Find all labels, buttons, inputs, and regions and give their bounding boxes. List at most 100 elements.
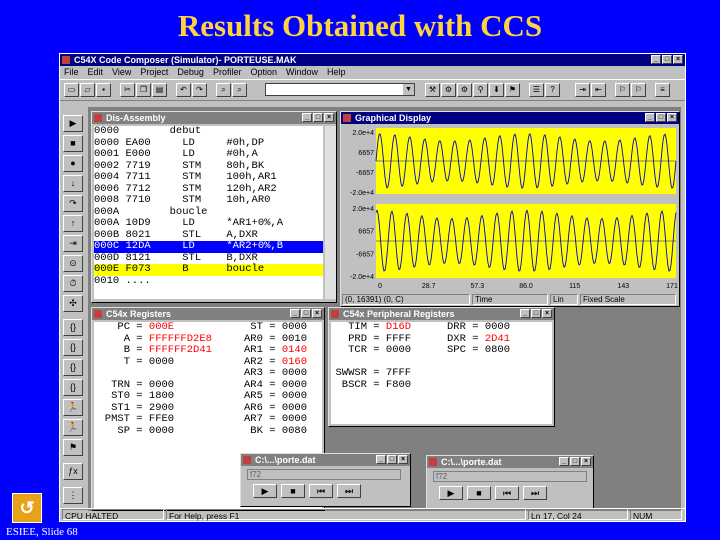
rewind-icon[interactable]: ⏮ [495,486,519,500]
cut-icon[interactable]: ✂ [120,83,135,97]
redo-icon[interactable]: ↷ [192,83,207,97]
indent-icon[interactable]: ⇥ [575,83,590,97]
build-icon[interactable]: ⚙ [457,83,472,97]
register-value[interactable]: 0000 [386,344,430,357]
rebuild-icon[interactable]: ⚒ [425,83,440,97]
menu-item-project[interactable]: Project [140,66,168,79]
cpu-registers-titlebar[interactable]: C54x Registers _ □ × [92,308,324,320]
register-value[interactable]: FFFFFF2D41 [149,344,223,357]
play-icon[interactable]: ▶ [439,486,463,500]
register-value[interactable]: FFE0 [149,413,223,426]
disassembly-row[interactable]: 0008 7710 STM 10h,AR0 [94,194,323,207]
menu-item-file[interactable]: File [64,66,79,79]
options-icon[interactable]: ⋮ [63,487,83,504]
register-value[interactable]: 0080 [282,425,322,438]
watch-window-icon[interactable]: {} [63,359,83,376]
graphical-display-window[interactable]: Graphical Display _ □ × 2.0e+4 6657 -6657 -2.… [340,111,680,307]
animate-icon[interactable]: ✣ [63,295,83,312]
breakpoint-icon[interactable]: ● [63,155,83,172]
disassembly-row[interactable]: 0000 debut [94,126,323,138]
player-titlebar[interactable]: C:\...\porte.dat _ □ × [427,456,593,468]
close-button[interactable]: × [581,457,591,466]
step-out-icon[interactable]: ↑ [63,215,83,232]
register-value[interactable]: 7FFF [386,367,430,380]
profile-icon[interactable]: ⏱ [63,275,83,292]
step-over-icon[interactable]: ↷ [63,195,83,212]
register-value[interactable]: 1800 [149,390,223,403]
copy-icon[interactable]: ❐ [136,83,151,97]
register-value[interactable]: 000E [149,322,223,334]
close-button[interactable]: × [398,455,408,464]
step-into-icon[interactable]: ↓ [63,175,83,192]
outdent-icon[interactable]: ⇤ [591,83,606,97]
watch-icon[interactable]: ⚑ [505,83,520,97]
maximize-button[interactable]: □ [531,309,541,318]
register-value[interactable]: 0000 [149,425,223,438]
new-file-icon[interactable]: ▭ [64,83,79,97]
menu-item-option[interactable]: Option [250,66,277,79]
file-input-player[interactable]: C:\...\porte.dat _ □ × f72 ▶ ■ ⏮ ⏭ [240,453,411,507]
maximize-button[interactable]: □ [301,309,311,318]
minimize-button[interactable]: _ [520,309,530,318]
runner-icon[interactable]: 🏃 [63,399,83,416]
close-button[interactable]: × [673,55,683,64]
minimize-button[interactable]: _ [290,309,300,318]
register-value[interactable]: F800 [386,379,430,392]
rewind-icon[interactable]: ⏮ [309,484,333,498]
maximize-button[interactable]: □ [387,455,397,464]
maximize-button[interactable]: □ [656,113,666,122]
halt-icon[interactable]: ■ [63,135,83,152]
stop-icon[interactable]: ■ [467,486,491,500]
multi-run-icon[interactable]: 🏃 [63,419,83,436]
find-icon[interactable]: ⌕ [216,83,231,97]
player-file-field[interactable]: f72 [433,471,587,482]
app-titlebar[interactable]: C54X Code Composer (Simulator)- PORTEUSE… [60,54,685,66]
run-icon[interactable]: ▶ [63,115,83,132]
undo-icon[interactable]: ↶ [176,83,191,97]
open-folder-icon[interactable]: ▱ [80,83,95,97]
disassembly-row[interactable]: 0010 .... [94,275,323,288]
probe-icon[interactable]: ⊙ [63,255,83,272]
register-value[interactable]: D16D [386,322,430,334]
peripheral-register-list[interactable]: TIM = D16D DRR = 0000 PRD = FFFF DXR = 2D41… [331,322,552,424]
disassembly-scrollbar[interactable] [325,126,336,299]
disassembly-row[interactable]: 0004 7711 STM 100h,AR1 [94,171,323,184]
registers-icon[interactable]: {} [63,319,83,336]
search-combo[interactable]: ▼ [265,83,415,96]
player-titlebar[interactable]: C:\...\porte.dat _ □ × [241,454,410,466]
register-value[interactable]: 0140 [282,344,322,357]
register-value[interactable]: 0000 [282,367,322,380]
chevron-down-icon[interactable]: ▼ [403,84,414,95]
maximize-button[interactable]: □ [662,55,672,64]
help-icon[interactable]: ? [545,83,560,97]
menu-item-debug[interactable]: Debug [177,66,204,79]
find-next-icon[interactable]: ⌕ [232,83,247,97]
play-icon[interactable]: ▶ [253,484,277,498]
menu-item-window[interactable]: Window [286,66,318,79]
disassembly-listing[interactable]: 0000 debut 0000 EA00 LD #0h,DP 0001 E000 L… [94,126,323,299]
menu-item-edit[interactable]: Edit [88,66,104,79]
minimize-button[interactable]: _ [651,55,661,64]
bookmark-icon[interactable]: ⚐ [615,83,630,97]
run-to-cursor-icon[interactable]: ⇥ [63,235,83,252]
peripheral-titlebar[interactable]: C54x Peripheral Registers _ □ × [329,308,554,320]
fast-forward-icon[interactable]: ⏭ [523,486,547,500]
register-value[interactable]: 0800 [485,344,529,357]
peripheral-registers-window[interactable]: C54x Peripheral Registers _ □ × TIM = D16D… [328,307,555,427]
variables-icon[interactable]: {} [63,379,83,396]
format-icon[interactable]: ≡ [655,83,670,97]
player-file-field[interactable]: f72 [247,469,401,480]
register-value[interactable]: 0000 [282,390,322,403]
save-icon[interactable]: ▪ [96,83,111,97]
menu-item-profiler[interactable]: Profiler [213,66,242,79]
close-button[interactable]: × [324,113,334,122]
close-button[interactable]: × [667,113,677,122]
menu-item-view[interactable]: View [112,66,131,79]
stop-icon[interactable]: ■ [281,484,305,498]
disassembly-row[interactable]: 000A 10D9 LD *AR1+0%,A [94,217,323,230]
register-value[interactable]: 0000 [282,322,322,334]
disassembly-row[interactable]: 0001 E000 LD #0h,A [94,148,323,161]
binoculars-icon[interactable]: ⚲ [473,83,488,97]
close-button[interactable]: × [312,309,322,318]
maximize-button[interactable]: □ [313,113,323,122]
